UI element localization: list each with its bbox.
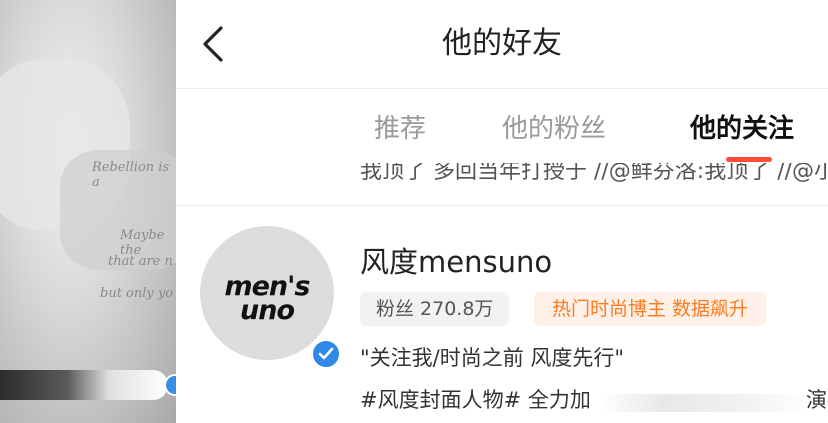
cover-script-text: that are n	[108, 254, 173, 269]
previous-item-text: 我顶了 多回当年打授于 //@鲜芬洛:我顶了 //@小	[360, 163, 828, 184]
verified-check-icon	[310, 338, 342, 370]
avatar[interactable]: men's uno	[200, 226, 334, 360]
user-name[interactable]: 风度mensuno	[360, 242, 552, 282]
user-description-tail: 演	[806, 388, 827, 412]
fans-count-badge: 粉丝 270.8万	[360, 292, 510, 326]
user-bio: "关注我/时尚之前 风度先行"	[360, 346, 625, 370]
top-bar: 他的好友	[176, 0, 828, 89]
blurred-owner-name	[0, 370, 168, 400]
user-description-text: #风度封面人物# 全力加	[360, 388, 591, 412]
page-title: 他的好友	[442, 26, 562, 61]
background-cover-image: Rebellion is a Maybe the that are n but …	[0, 0, 176, 423]
active-tab-indicator	[726, 157, 772, 162]
list-item-previous[interactable]: 我顶了 多回当年打授于 //@鲜芬洛:我顶了 //@小	[176, 163, 828, 206]
tab-his-following[interactable]: 他的关注	[690, 109, 794, 149]
list-item-user[interactable]: men's uno 风度mensuno 粉丝 270.8万 热门时尚博主 数据飙…	[176, 206, 828, 423]
user-description: #风度封面人物# 全力加 演	[360, 384, 828, 418]
tab-bar: 推荐 他的粉丝 他的关注	[176, 89, 828, 163]
tab-his-fans[interactable]: 他的粉丝	[502, 109, 606, 149]
tab-recommend[interactable]: 推荐	[374, 109, 426, 149]
friends-panel: 他的好友 推荐 他的粉丝 他的关注 我顶了 多回当年打授于 //@鲜芬洛:我顶了…	[176, 0, 828, 423]
avatar-logo-text: uno	[240, 295, 295, 326]
cover-script-text: Rebellion is a	[92, 160, 170, 190]
blurred-text	[600, 394, 810, 412]
hot-blogger-badge: 热门时尚博主 数据飙升	[534, 292, 767, 326]
cover-script-text: but only yo	[100, 286, 174, 301]
